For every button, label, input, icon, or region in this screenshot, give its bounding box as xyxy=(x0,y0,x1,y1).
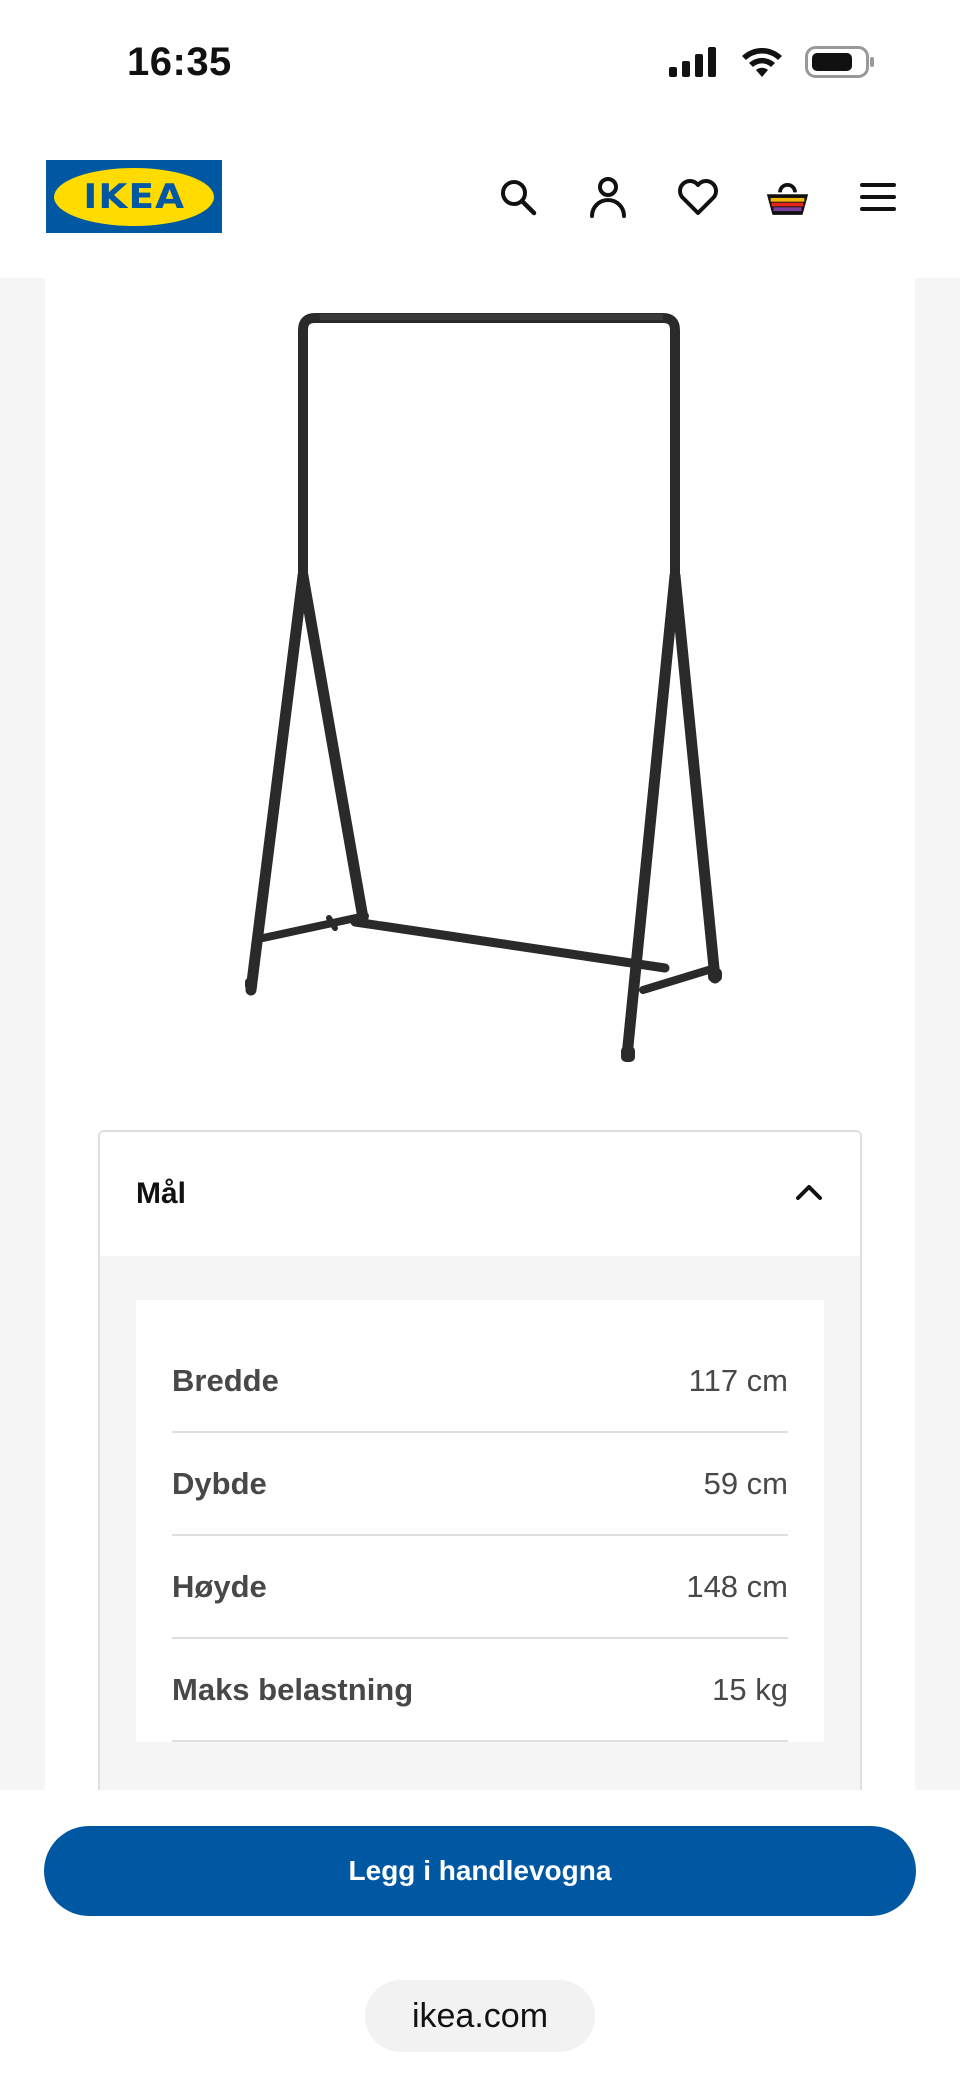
browser-url-bar[interactable]: ikea.com xyxy=(365,1980,595,2052)
dimensions-body: Bredde 117 cm Dybde 59 cm Høyde 148 cm M… xyxy=(100,1256,860,1742)
clothes-rack-icon xyxy=(145,278,905,1098)
dimension-label: Bredde xyxy=(172,1362,279,1398)
dimension-row-height: Høyde 148 cm xyxy=(172,1536,788,1639)
product-card: Mål Bredde 117 cm Dybde 59 cm Høyde 148 … xyxy=(45,278,915,1790)
dimension-value: 15 kg xyxy=(712,1671,788,1707)
status-time: 16:35 xyxy=(127,40,232,84)
dimension-label: Høyde xyxy=(172,1568,267,1604)
battery-icon xyxy=(805,46,875,83)
status-icons xyxy=(669,46,875,83)
dimensions-table: Bredde 117 cm Dybde 59 cm Høyde 148 cm M… xyxy=(136,1300,824,1742)
search-icon[interactable] xyxy=(495,174,540,219)
site-header: IKEA xyxy=(0,130,960,278)
add-to-cart-button[interactable]: Legg i handlevogna xyxy=(44,1826,916,1916)
account-icon[interactable] xyxy=(585,174,630,219)
chevron-up-icon[interactable] xyxy=(794,1182,824,1207)
product-content: Mål Bredde 117 cm Dybde 59 cm Høyde 148 … xyxy=(0,278,960,1790)
dimensions-title: Mål xyxy=(136,1177,187,1210)
dimensions-accordion: Mål Bredde 117 cm Dybde 59 cm Høyde 148 … xyxy=(98,1130,862,1790)
logo-oval: IKEA xyxy=(54,167,214,226)
bottom-bar: Legg i handlevogna ikea.com xyxy=(0,1790,960,2081)
wifi-icon xyxy=(741,47,783,82)
dimension-value: 117 cm xyxy=(688,1362,788,1398)
dimension-value: 148 cm xyxy=(686,1568,788,1604)
header-icons xyxy=(495,174,900,219)
dimension-value: 59 cm xyxy=(703,1465,788,1501)
dimensions-accordion-header[interactable]: Mål xyxy=(100,1132,860,1256)
dimension-row-max-load: Maks belastning 15 kg xyxy=(172,1639,788,1742)
status-bar: 16:35 xyxy=(0,0,960,130)
ikea-logo[interactable]: IKEA xyxy=(46,160,222,233)
dimension-label: Maks belastning xyxy=(172,1671,414,1707)
dimension-label: Dybde xyxy=(172,1465,267,1501)
dimension-row-width: Bredde 117 cm xyxy=(172,1330,788,1433)
heart-icon[interactable] xyxy=(675,174,720,219)
cart-icon[interactable] xyxy=(765,174,810,219)
dimension-row-depth: Dybde 59 cm xyxy=(172,1433,788,1536)
signal-icon xyxy=(669,47,719,82)
logo-text: IKEA xyxy=(83,176,185,217)
menu-icon[interactable] xyxy=(855,174,900,219)
